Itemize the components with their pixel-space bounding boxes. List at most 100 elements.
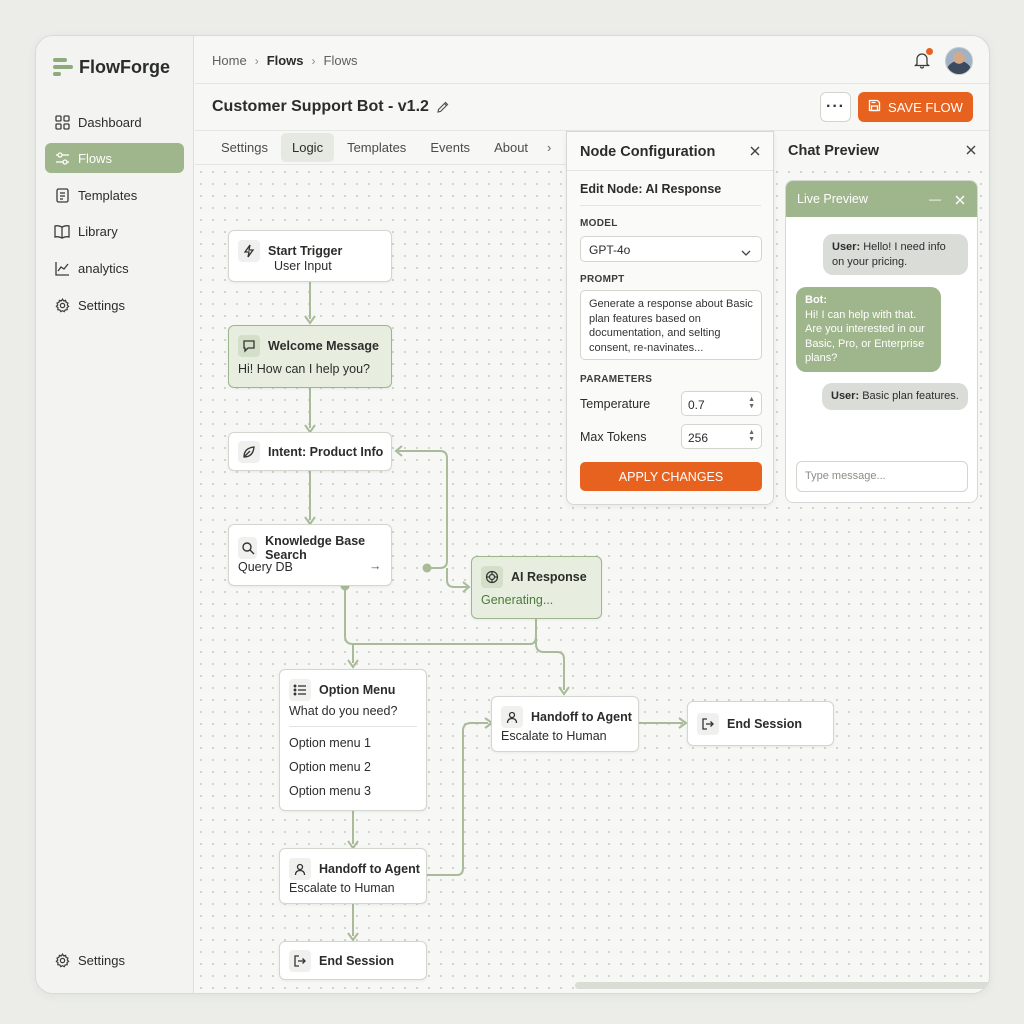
node-subtitle: Query DB bbox=[238, 560, 293, 574]
node-end-session[interactable]: End Session bbox=[687, 701, 834, 746]
avatar[interactable] bbox=[945, 47, 973, 75]
close-icon[interactable] bbox=[749, 144, 761, 156]
exit-icon bbox=[289, 950, 311, 972]
close-icon[interactable] bbox=[965, 143, 977, 155]
node-option-menu[interactable]: Option Menu What do you need? Option men… bbox=[279, 669, 427, 811]
node-status: Generating... bbox=[481, 593, 554, 607]
sidebar-item-label: analytics bbox=[78, 260, 129, 276]
node-end-session[interactable]: End Session bbox=[279, 941, 427, 980]
node-title: Option Menu bbox=[319, 683, 396, 697]
sidebar-item-analytics[interactable]: analytics bbox=[45, 253, 184, 283]
parameters-label: PARAMETERS bbox=[580, 374, 653, 385]
node-subtitle: Hi! How can I help you? bbox=[238, 362, 371, 376]
node-handoff-to-agent[interactable]: Handoff to Agent Escalate to Human bbox=[491, 696, 639, 752]
node-subtitle: What do you need? bbox=[289, 704, 398, 718]
panel-subtitle: Edit Node: AI Response bbox=[580, 182, 722, 196]
close-icon[interactable] bbox=[955, 194, 965, 205]
notification-dot bbox=[926, 48, 933, 55]
sidebar-item-settings[interactable]: Settings bbox=[45, 290, 184, 320]
app-window: FlowForge Dashboard Flows Templates Libr… bbox=[35, 35, 990, 994]
wire bbox=[446, 568, 467, 588]
node-configuration-panel: Node Configuration Edit Node: AI Respons… bbox=[566, 131, 774, 505]
option-item[interactable]: Option menu 1 bbox=[289, 736, 371, 750]
node-title: Start Trigger bbox=[268, 244, 343, 258]
arrow-right-icon: → bbox=[369, 559, 382, 573]
node-title: Knowledge Base Search bbox=[265, 534, 366, 562]
sidebar-footer-settings[interactable]: Settings bbox=[45, 945, 184, 975]
sidebar-item-label: Dashboard bbox=[78, 114, 142, 130]
lightning-icon bbox=[238, 240, 260, 262]
model-select[interactable]: GPT-4o bbox=[580, 236, 762, 262]
node-title: End Session bbox=[727, 717, 803, 731]
exit-icon bbox=[697, 713, 719, 735]
save-flow-label: SAVE FLOW bbox=[888, 99, 963, 115]
live-preview-title: Live Preview bbox=[797, 192, 868, 206]
sidebar-item-library[interactable]: Library bbox=[45, 216, 184, 246]
chat-message-bot: Bot: Hi! I can help with that. Are you in… bbox=[796, 287, 941, 372]
tab-about[interactable]: About bbox=[483, 133, 539, 162]
chevron-right-icon: › bbox=[311, 53, 316, 68]
document-icon bbox=[54, 187, 70, 203]
model-label: MODEL bbox=[580, 218, 618, 229]
sidebar: FlowForge Dashboard Flows Templates Libr… bbox=[36, 36, 194, 993]
save-icon bbox=[868, 99, 881, 115]
chevron-down-icon bbox=[741, 245, 751, 259]
logo-icon bbox=[53, 56, 73, 78]
tab-logic[interactable]: Logic bbox=[280, 133, 335, 162]
panel-title: Chat Preview bbox=[788, 143, 880, 159]
sidebar-item-label: Settings bbox=[78, 952, 125, 968]
node-handoff-to-agent[interactable]: Handoff to Agent Escalate to Human bbox=[279, 848, 427, 904]
temperature-input[interactable]: 0.7 ▲ ▼ bbox=[681, 391, 762, 416]
option-item[interactable]: Option menu 2 bbox=[289, 760, 371, 774]
gear-icon bbox=[54, 952, 70, 968]
wire bbox=[535, 636, 565, 690]
book-icon bbox=[54, 223, 70, 239]
tab-settings[interactable]: Settings bbox=[210, 133, 279, 162]
gear-icon bbox=[54, 297, 70, 313]
wire bbox=[398, 450, 448, 569]
node-ai-response[interactable]: AI Response Generating... bbox=[471, 556, 602, 619]
node-title: Welcome Message bbox=[268, 339, 379, 353]
title-bar: Customer Support Bot - v1.2 ··· SAVE FLO… bbox=[195, 85, 989, 131]
chevron-right-icon[interactable]: › bbox=[547, 140, 551, 155]
node-title: End Session bbox=[319, 954, 395, 968]
node-start-trigger[interactable]: Start Trigger User Input bbox=[228, 230, 392, 282]
tab-events[interactable]: Events bbox=[419, 133, 481, 162]
breadcrumb-flows[interactable]: Flows bbox=[267, 53, 304, 68]
node-knowledge-base-search[interactable]: Knowledge Base Search Query DB → bbox=[228, 524, 392, 586]
stepper-icon[interactable]: ▲ ▼ bbox=[748, 429, 755, 443]
chat-message-user: User: Hello! I need info on your pricing… bbox=[823, 234, 968, 275]
breadcrumb-home[interactable]: Home bbox=[212, 53, 247, 68]
sidebar-item-templates[interactable]: Templates bbox=[45, 180, 184, 210]
port-dot[interactable] bbox=[422, 563, 432, 573]
horizontal-scrollbar[interactable] bbox=[575, 982, 989, 989]
sidebar-item-dashboard[interactable]: Dashboard bbox=[45, 107, 184, 137]
apply-changes-button[interactable]: APPLY CHANGES bbox=[580, 462, 762, 491]
node-welcome-message[interactable]: Welcome Message Hi! How can I help you? bbox=[228, 325, 392, 388]
max-tokens-input[interactable]: 256 ▲ ▼ bbox=[681, 424, 762, 449]
stepper-icon[interactable]: ▲ ▼ bbox=[748, 396, 755, 410]
max-tokens-value: 256 bbox=[688, 431, 709, 445]
sliders-icon bbox=[54, 150, 70, 166]
node-title: AI Response bbox=[511, 570, 587, 584]
save-flow-button[interactable]: SAVE FLOW bbox=[858, 92, 973, 122]
top-bar: Home › Flows › Flows bbox=[195, 36, 989, 84]
chat-message-input[interactable]: Type message... bbox=[796, 461, 968, 492]
user-icon bbox=[501, 706, 523, 728]
panel-title: Node Configuration bbox=[580, 144, 716, 160]
node-title: Handoff to Agent bbox=[531, 710, 632, 724]
grid-icon bbox=[54, 114, 70, 130]
chevron-right-icon: › bbox=[254, 53, 259, 68]
tab-templates[interactable]: Templates bbox=[336, 133, 417, 162]
more-options-button[interactable]: ··· bbox=[820, 92, 851, 122]
prompt-textarea[interactable]: Generate a response about Basic plan fea… bbox=[580, 290, 762, 360]
chart-icon bbox=[54, 260, 70, 276]
minimize-icon[interactable]: — bbox=[929, 192, 941, 206]
sidebar-item-flows[interactable]: Flows bbox=[45, 143, 184, 173]
leaf-icon bbox=[238, 441, 260, 463]
model-value: GPT-4o bbox=[589, 243, 631, 257]
node-intent-product-info[interactable]: Intent: Product Info bbox=[228, 432, 392, 471]
logo: FlowForge bbox=[53, 56, 170, 78]
option-item[interactable]: Option menu 3 bbox=[289, 784, 371, 798]
pencil-icon[interactable] bbox=[436, 100, 450, 114]
